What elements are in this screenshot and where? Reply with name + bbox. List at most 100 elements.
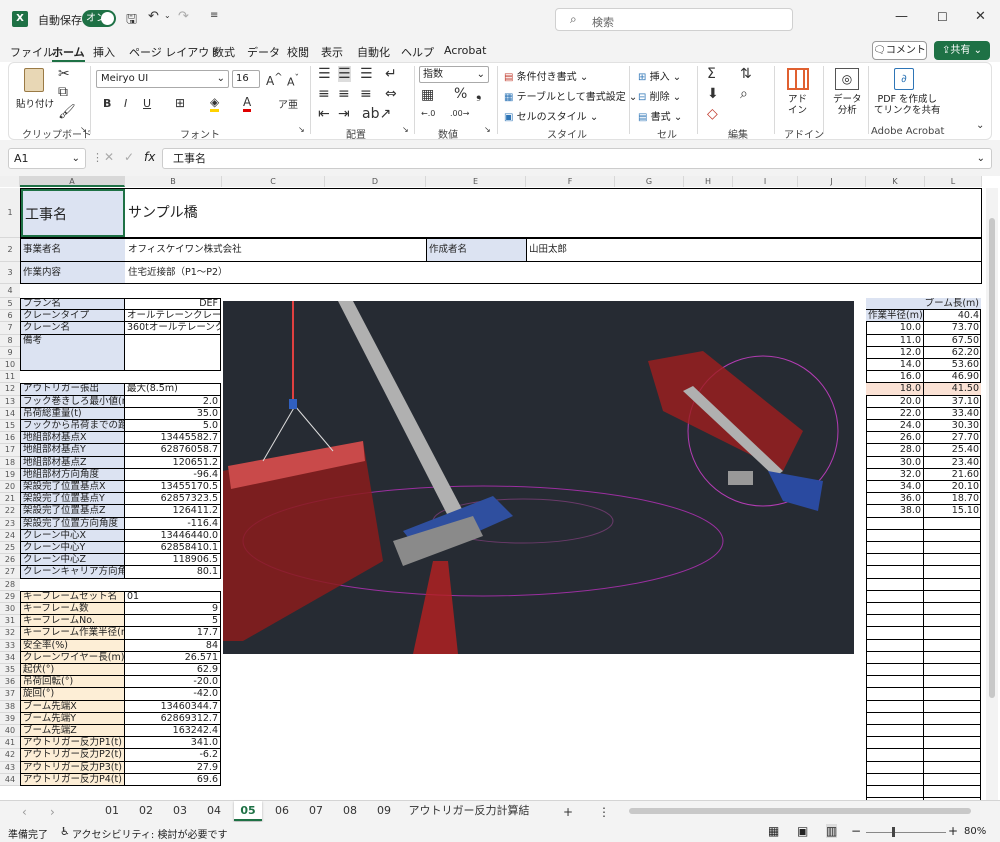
capacity-cell[interactable] (924, 603, 981, 616)
capacity-cell[interactable]: 27.70 (924, 432, 981, 445)
row-header[interactable]: 26 (0, 554, 20, 567)
capacity-cell[interactable]: 46.90 (924, 371, 981, 384)
capacity-cell[interactable]: 53.60 (924, 359, 981, 372)
capacity-cell[interactable]: 21.60 (924, 469, 981, 481)
menu-9[interactable]: ヘルプ (401, 44, 434, 60)
radius-cell[interactable] (866, 712, 924, 725)
radius-cell[interactable]: 38.0 (866, 505, 924, 518)
boom-length-header[interactable]: ブーム長(m) (866, 298, 981, 311)
radius-cell[interactable]: 18.0 (866, 383, 924, 396)
row-header[interactable]: 33 (0, 639, 20, 652)
radius-cell[interactable]: 22.0 (866, 407, 924, 420)
fill-color-icon[interactable]: ◈ (210, 95, 220, 112)
capacity-cell[interactable] (924, 676, 981, 689)
sheet-tab[interactable]: 06 (268, 801, 296, 821)
phonetic-icon[interactable]: ア亜 (278, 96, 298, 111)
capacity-cell[interactable]: 33.40 (924, 408, 981, 420)
sheet-tab[interactable]: 03 (166, 801, 194, 821)
insert-function-button[interactable]: fx (144, 150, 155, 164)
radius-cell[interactable] (866, 773, 924, 786)
radius-cell[interactable]: 32.0 (866, 468, 924, 481)
redo-icon[interactable]: ↷ (178, 9, 189, 24)
underline-icon[interactable]: U (143, 97, 151, 110)
row-header[interactable]: 41 (0, 737, 20, 750)
cell-styles-button[interactable]: ▣ セルのスタイル ⌄ (504, 108, 598, 123)
capacity-cell[interactable] (924, 530, 981, 542)
zoom-level[interactable]: 80% (964, 826, 986, 837)
capacity-cell[interactable] (924, 701, 981, 713)
radius-header[interactable]: 作業半径(m) (866, 310, 924, 323)
row-header[interactable]: 20 (0, 481, 20, 494)
maximize-icon[interactable]: ☐ (937, 10, 948, 24)
zoom-slider-thumb[interactable] (892, 827, 895, 837)
capacity-cell[interactable] (924, 664, 981, 677)
add-sheet-icon[interactable]: + (563, 805, 573, 819)
row-header[interactable]: 8 (0, 334, 20, 347)
tab-options-icon[interactable]: ⋮ (598, 805, 610, 819)
crane-3d-view[interactable] (223, 301, 854, 654)
column-header[interactable]: B (125, 176, 222, 187)
radius-cell[interactable] (866, 529, 924, 542)
capacity-cell[interactable] (924, 627, 981, 640)
format-cells-button[interactable]: ▤ 書式 ⌄ (638, 108, 682, 123)
number-launcher-icon[interactable]: ↘ (484, 125, 491, 134)
radius-cell[interactable]: 12.0 (866, 346, 924, 359)
menu-1[interactable]: ホーム (52, 44, 85, 62)
radius-cell[interactable] (866, 554, 924, 567)
clipboard-launcher-icon[interactable]: ↘ (80, 125, 87, 134)
boom-length-value[interactable]: 40.4 (924, 310, 981, 323)
column-header[interactable]: C (222, 176, 325, 187)
cell-B1[interactable]: サンプル橋 (126, 189, 526, 237)
radius-cell[interactable] (866, 603, 924, 616)
capacity-cell[interactable]: 73.70 (924, 322, 981, 335)
column-header[interactable]: H (684, 176, 733, 187)
menu-10[interactable]: Acrobat (444, 44, 486, 57)
acrobat-pdf-button[interactable]: ∂ PDF を作成し てリンクを共有 (872, 66, 941, 122)
align-middle-icon[interactable]: ☰ (338, 66, 351, 82)
column-header[interactable]: G (615, 176, 684, 187)
customize-qat-icon[interactable]: ≡ (210, 10, 218, 21)
row-header[interactable]: 6 (0, 310, 20, 323)
cut-icon[interactable]: ✂ (58, 66, 70, 82)
radius-cell[interactable] (866, 578, 924, 591)
radius-cell[interactable]: 16.0 (866, 371, 924, 384)
row-header[interactable]: 5 (0, 298, 20, 311)
autosave-toggle[interactable]: オン (82, 10, 116, 27)
menu-4[interactable]: 数式 (213, 44, 235, 60)
row-header[interactable]: 19 (0, 468, 20, 481)
format-as-table-button[interactable]: ▦ テーブルとして書式設定 ⌄ (504, 88, 637, 103)
horizontal-scrollbar[interactable] (615, 806, 985, 816)
row-header[interactable]: 42 (0, 749, 20, 762)
sheet-tab[interactable]: 02 (132, 801, 160, 821)
orientation-icon[interactable]: ab↗ (362, 106, 391, 122)
sheet-tab[interactable]: 01 (98, 801, 126, 821)
row-header[interactable]: 13 (0, 395, 20, 408)
row-header[interactable]: 23 (0, 517, 20, 530)
row-header[interactable]: 27 (0, 566, 20, 579)
indent-increase-icon[interactable]: ⇥ (338, 106, 350, 122)
sheet-tab[interactable]: 04 (200, 801, 228, 821)
format-painter-icon[interactable]: 🖌 (58, 104, 76, 120)
clear-icon[interactable]: ◇ (707, 106, 718, 122)
align-top-icon[interactable]: ☰ (318, 66, 331, 82)
zoom-out-icon[interactable]: − (851, 824, 861, 838)
sort-filter-icon[interactable]: ⇅ (740, 66, 752, 82)
percent-icon[interactable]: % (454, 86, 467, 102)
search-box[interactable]: ⌕ 検索 (555, 8, 793, 31)
capacity-cell[interactable] (924, 762, 981, 774)
capacity-cell[interactable] (924, 542, 981, 555)
radius-cell[interactable]: 20.0 (866, 395, 924, 408)
border-icon[interactable]: ⊞ (175, 96, 185, 110)
menu-5[interactable]: データ (247, 44, 280, 60)
paste-button[interactable]: 貼り付け (16, 66, 54, 116)
scroll-thumb[interactable] (989, 218, 995, 698)
capacity-cell[interactable] (924, 725, 981, 738)
row-header[interactable]: 10 (0, 359, 20, 372)
align-bottom-icon[interactable]: ☰ (360, 66, 373, 82)
row-header[interactable]: 32 (0, 627, 20, 640)
capacity-cell[interactable] (924, 615, 981, 628)
undo-icon[interactable]: ↶ (148, 9, 159, 24)
row-header[interactable]: 17 (0, 444, 20, 457)
radius-cell[interactable] (866, 615, 924, 628)
row-header[interactable]: 36 (0, 676, 20, 689)
